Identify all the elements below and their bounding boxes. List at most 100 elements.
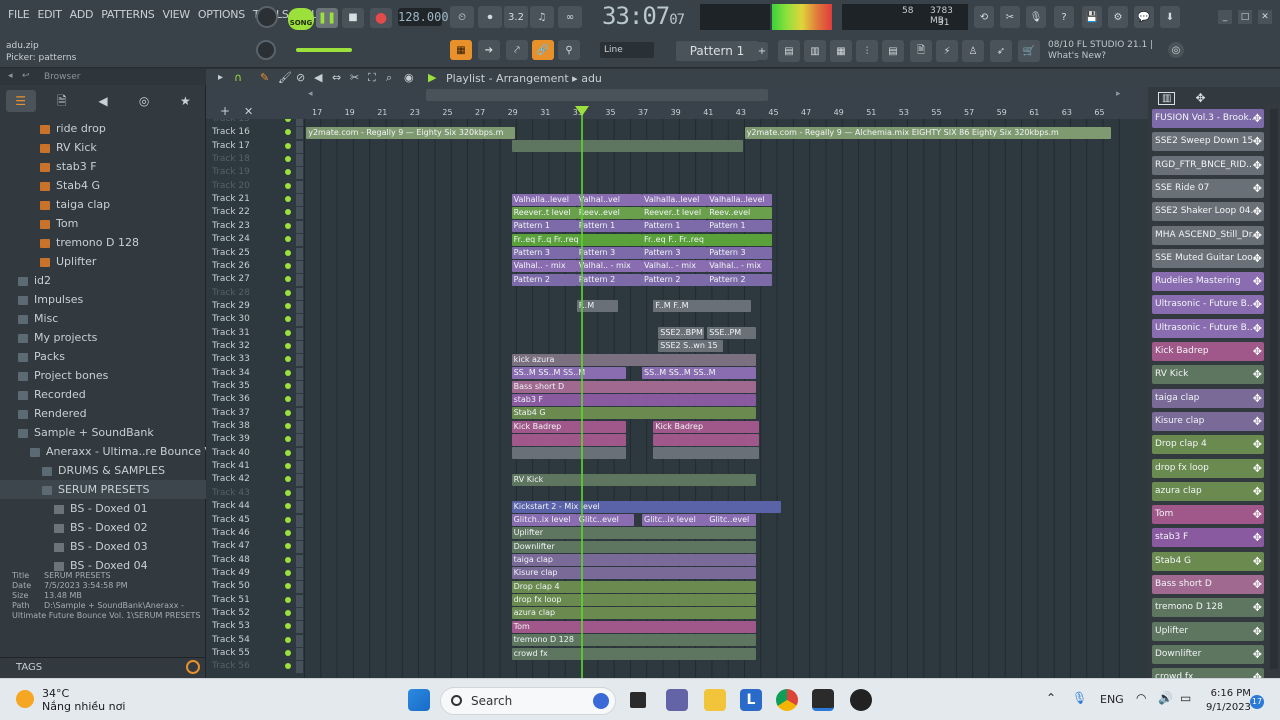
track-mute-led[interactable]: [285, 276, 291, 283]
playlist-clip[interactable]: Tom: [511, 620, 757, 633]
pause-icon[interactable]: ❚❚: [316, 8, 338, 28]
fl-studio-taskbar-icon[interactable]: [812, 689, 834, 711]
drag-handle-icon[interactable]: ✥: [1253, 622, 1262, 641]
playlist-clip[interactable]: Kick Badrep: [511, 420, 626, 433]
slip-icon[interactable]: ⇔: [332, 71, 341, 84]
picker-item[interactable]: azura clap ✥: [1152, 481, 1264, 501]
picker-item[interactable]: SSE Muted Guitar Loo.. ✥: [1152, 248, 1264, 268]
track-row[interactable]: Track 43: [206, 487, 1148, 500]
playlist-clip[interactable]: Bass short D: [511, 380, 757, 393]
playlist-clip[interactable]: Kisure clap: [511, 567, 757, 580]
track-name[interactable]: Track 47: [212, 540, 284, 553]
playlist-clip[interactable]: kick azura: [511, 353, 757, 366]
drag-handle-icon[interactable]: ✥: [1253, 295, 1262, 314]
track-mute-led[interactable]: [285, 342, 291, 349]
stamp-icon[interactable]: ⚲: [558, 40, 580, 60]
playlist-clip[interactable]: Downlifter: [511, 540, 757, 553]
task-view-icon[interactable]: [630, 692, 646, 708]
picker-item[interactable]: tremono D 128 ✥: [1152, 598, 1264, 618]
track-mute-led[interactable]: [285, 623, 291, 630]
track-mute-led[interactable]: [285, 329, 291, 336]
tree-item[interactable]: Stab4 G: [0, 176, 206, 195]
select-icon[interactable]: ⛶: [368, 71, 376, 85]
tempo-display[interactable]: 128.000: [398, 8, 449, 26]
track-name[interactable]: Track 27: [212, 273, 284, 286]
playlist-clip[interactable]: Pattern 1: [707, 220, 773, 233]
picker-item[interactable]: Rudelies Mastering ✥: [1152, 272, 1264, 292]
drag-handle-icon[interactable]: ✥: [1253, 226, 1262, 245]
picker-item[interactable]: Downlifter ✥: [1152, 644, 1264, 664]
playlist-clip[interactable]: Reever..t level: [642, 206, 708, 219]
track-name[interactable]: Track 54: [212, 634, 284, 647]
playlist-clip[interactable]: Valhalla..level: [511, 193, 577, 206]
track-name[interactable]: Track 31: [212, 327, 284, 340]
close-tracks-icon[interactable]: ✕: [244, 105, 253, 118]
tree-item[interactable]: RV Kick: [0, 138, 206, 157]
playlist-clip[interactable]: Reev..evel: [707, 206, 773, 219]
menu-file[interactable]: FILE: [4, 8, 33, 21]
tree-item[interactable]: Misc: [0, 309, 206, 328]
mute-icon[interactable]: ◀: [314, 71, 322, 84]
add-pattern-icon[interactable]: +: [756, 42, 768, 60]
track-name[interactable]: Track 51: [212, 594, 284, 607]
track-mute-led[interactable]: [285, 119, 291, 122]
pattern-selector[interactable]: Pattern 1: [676, 41, 758, 61]
picker-item[interactable]: Ultrasonic - Future B.. ✥: [1152, 295, 1264, 315]
track-name[interactable]: Track 30: [212, 313, 284, 326]
link-icon[interactable]: 🔗: [532, 40, 554, 60]
track-mute-led[interactable]: [285, 463, 291, 470]
track-row[interactable]: Track 41: [206, 460, 1148, 474]
track-name[interactable]: Track 55: [212, 647, 284, 660]
track-name[interactable]: Track 28: [212, 287, 284, 300]
playlist-grid[interactable]: Track 15 Track 16 Track 17 Track 18 Track 19…: [206, 119, 1148, 678]
tree-item[interactable]: SERUM PRESETS: [0, 480, 206, 499]
track-name[interactable]: Track 48: [212, 554, 284, 567]
picker-item[interactable]: Drop clap 4 ✥: [1152, 435, 1264, 455]
track-name[interactable]: Track 53: [212, 620, 284, 633]
zoom-icon[interactable]: ⌕: [386, 71, 392, 85]
picker-item[interactable]: MHA ASCEND_Still_Dr.. ✥: [1152, 225, 1264, 245]
tree-item[interactable]: stab3 F: [0, 157, 206, 176]
track-mute-led[interactable]: [285, 169, 291, 176]
track-name[interactable]: Track 43: [212, 487, 284, 500]
view-mixer-icon[interactable]: ▤: [778, 40, 800, 62]
track-name[interactable]: Track 21: [212, 193, 284, 206]
cut-icon[interactable]: ✂: [1000, 6, 1020, 28]
drag-handle-icon[interactable]: ✥: [1253, 342, 1262, 361]
drag-handle-icon[interactable]: ✥: [1253, 132, 1262, 151]
tray-chevron-icon[interactable]: ⌃: [1046, 691, 1056, 705]
playlist-clip[interactable]: Valhal.. - mix: [576, 260, 642, 273]
playlist-clip[interactable]: Reever..t level: [511, 206, 577, 219]
track-mute-led[interactable]: [285, 529, 291, 536]
track-mute-led[interactable]: [285, 596, 291, 603]
track-mute-led[interactable]: [285, 489, 291, 496]
back-arrow-icon[interactable]: ↩: [22, 71, 30, 81]
track-mute-led[interactable]: [285, 543, 291, 550]
track-mute-led[interactable]: [285, 609, 291, 616]
playlist-clip[interactable]: Pattern 1: [576, 220, 642, 233]
picker-item[interactable]: SSE2 Shaker Loop 04.. ✥: [1152, 202, 1264, 222]
playlist-clip[interactable]: [653, 433, 760, 446]
picker-scrollbar[interactable]: [1270, 109, 1278, 669]
picker-item[interactable]: Bass short D ✥: [1152, 575, 1264, 594]
track-row[interactable]: Track 15: [206, 119, 1148, 126]
picker-item[interactable]: Stab4 G ✥: [1152, 551, 1264, 571]
track-name[interactable]: Track 16: [212, 126, 284, 139]
track-row[interactable]: Track 20: [206, 180, 1148, 193]
drag-handle-icon[interactable]: ✥: [1253, 505, 1262, 524]
app-red-icon[interactable]: [850, 689, 872, 711]
tree-item[interactable]: Recorded: [0, 385, 206, 404]
tree-item[interactable]: BS - Doxed 01: [0, 499, 206, 518]
menu-options[interactable]: OPTIONS: [194, 8, 249, 21]
drag-handle-icon[interactable]: ✥: [1253, 319, 1262, 338]
playlist-clip[interactable]: SSE..PM: [707, 327, 757, 340]
track-name[interactable]: Track 20: [212, 180, 284, 193]
picker-item[interactable]: SSE2 Sweep Down 15 ✥: [1152, 132, 1264, 152]
picker-item[interactable]: Uplifter ✥: [1152, 621, 1264, 641]
playlist-clip[interactable]: Reev..evel: [576, 206, 642, 219]
wifi-icon[interactable]: ◠: [1136, 691, 1146, 705]
track-name[interactable]: Track 37: [212, 407, 284, 420]
language-indicator[interactable]: ENG: [1100, 693, 1124, 706]
playback-icon[interactable]: ◉: [404, 71, 414, 84]
system-clock[interactable]: 6:16 PM 9/1/2023: [1206, 687, 1251, 715]
